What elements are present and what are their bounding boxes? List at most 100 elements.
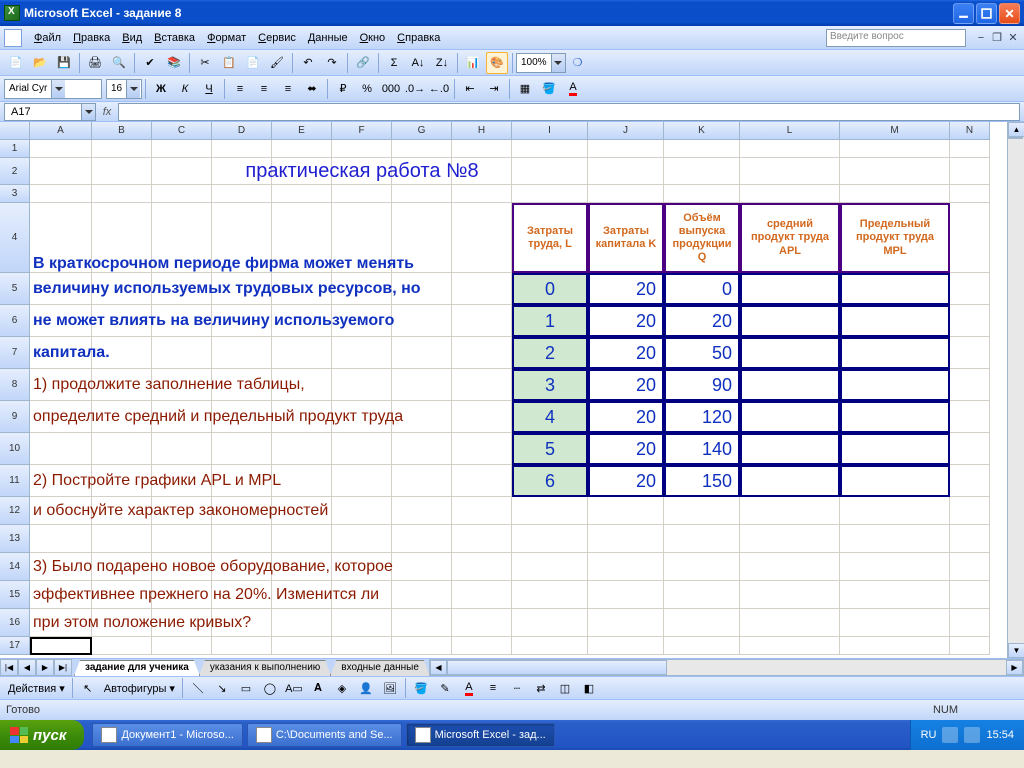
cell-L[interactable]: 2 [512,337,588,369]
cell-L[interactable]: 4 [512,401,588,433]
row-header-13[interactable]: 13 [0,525,30,553]
font-color-icon[interactable]: A [562,78,584,100]
cell-L[interactable]: 5 [512,433,588,465]
row-header-1[interactable]: 1 [0,140,30,158]
worksheet-grid[interactable]: ABCDEFGHIJKLMN 1234567891011121314151617… [0,122,1024,658]
col-header-N[interactable]: N [950,122,990,140]
ask-question-box[interactable]: Введите вопрос [826,29,966,47]
font-color-draw-icon[interactable]: A [458,677,480,699]
doc-restore-button[interactable]: ❐ [990,31,1004,45]
vertical-scrollbar[interactable]: ▲ ▼ [1007,122,1024,658]
tab-nav-prev-icon[interactable]: ◀ [18,659,36,676]
text-r16[interactable]: при этом положение кривых? [30,609,512,637]
doc-close-button[interactable]: ✕ [1006,31,1020,45]
scroll-up-icon[interactable]: ▲ [1008,122,1024,137]
cell-MPL[interactable] [840,369,950,401]
comma-icon[interactable]: 000 [380,78,402,100]
arrow-icon[interactable]: ↘ [211,677,233,699]
table-header[interactable]: Затраты труда, L [512,203,588,273]
print-preview-icon[interactable]: 🔍 [108,52,130,74]
control-menu-icon[interactable] [4,29,22,47]
tab-nav-last-icon[interactable]: ▶| [54,659,72,676]
text-r4[interactable]: В краткосрочном периоде фирма может меня… [30,203,512,273]
cell-APL[interactable] [740,273,840,305]
align-center-icon[interactable]: ≡ [253,78,275,100]
cell-MPL[interactable] [840,465,950,497]
col-header-I[interactable]: I [512,122,588,140]
row-header-8[interactable]: 8 [0,369,30,401]
row-header-7[interactable]: 7 [0,337,30,369]
format-painter-icon[interactable]: 🖌 [266,52,288,74]
tray-icon[interactable] [964,727,980,743]
decrease-decimal-icon[interactable]: ←.0 [428,78,450,100]
menu-Справка[interactable]: Справка [391,29,446,47]
zoom-combo[interactable]: 100% [516,53,566,73]
name-box[interactable]: A17 [4,103,96,121]
taskbar-item[interactable]: Документ1 - Microso... [92,723,242,747]
line-style-icon[interactable]: ≡ [482,677,504,699]
table-header[interactable]: Затраты капитала K [588,203,664,273]
col-header-G[interactable]: G [392,122,452,140]
hyperlink-icon[interactable]: 🔗 [352,52,374,74]
col-header-J[interactable]: J [588,122,664,140]
hscroll-thumb[interactable] [447,660,667,675]
tray-icon[interactable] [942,727,958,743]
line-color-icon[interactable]: ✎ [434,677,456,699]
cell-APL[interactable] [740,401,840,433]
fx-icon[interactable]: fx [96,106,118,118]
start-button[interactable]: пуск [0,720,84,750]
autosum-icon[interactable]: Σ [383,52,405,74]
scroll-right-icon[interactable]: ▶ [1006,660,1023,675]
cell-L[interactable]: 1 [512,305,588,337]
shadow-icon[interactable]: ◫ [554,677,576,699]
tray-lang[interactable]: RU [921,729,937,741]
taskbar-item[interactable]: Microsoft Excel - зад... [406,723,555,747]
col-header-H[interactable]: H [452,122,512,140]
text-r12[interactable]: и обоснуйте характер закономерностей [30,497,512,525]
cell-L[interactable]: 6 [512,465,588,497]
increase-decimal-icon[interactable]: .0→ [404,78,426,100]
taskbar-item[interactable]: C:\Documents and Se... [247,723,402,747]
row-header-14[interactable]: 14 [0,553,30,581]
doc-minimize-button[interactable]: − [974,31,988,45]
bold-icon[interactable]: Ж [150,78,172,100]
cell-Q[interactable]: 90 [664,369,740,401]
decrease-indent-icon[interactable]: ⇤ [459,78,481,100]
new-icon[interactable]: 📄 [5,52,27,74]
paste-icon[interactable]: 📄 [242,52,264,74]
worksheet-title[interactable]: практическая работа №8 [212,158,512,185]
sort-desc-icon[interactable]: Z↓ [431,52,453,74]
cell-APL[interactable] [740,433,840,465]
menu-Данные[interactable]: Данные [302,29,354,47]
fill-color-icon[interactable]: 🪣 [538,78,560,100]
tab-nav-first-icon[interactable]: |◀ [0,659,18,676]
cell-K[interactable]: 20 [588,273,664,305]
close-button[interactable] [999,3,1020,24]
print-icon[interactable]: 🖨 [84,52,106,74]
select-all-corner[interactable] [0,122,30,140]
open-icon[interactable]: 📂 [29,52,51,74]
row-header-17[interactable]: 17 [0,637,30,655]
help-icon[interactable]: ❍ [567,52,589,74]
row-header-16[interactable]: 16 [0,609,30,637]
picture-icon[interactable]: 🖼 [379,677,401,699]
3d-icon[interactable]: ◧ [578,677,600,699]
autoshapes-menu[interactable]: Автофигуры ▾ [100,682,179,695]
redo-icon[interactable]: ↷ [321,52,343,74]
row-header-4[interactable]: 4 [0,203,30,273]
cell-Q[interactable]: 140 [664,433,740,465]
cell-APL[interactable] [740,369,840,401]
col-header-D[interactable]: D [212,122,272,140]
cell-Q[interactable]: 0 [664,273,740,305]
borders-icon[interactable]: ▦ [514,78,536,100]
table-header[interactable]: средний продукт труда APL [740,203,840,273]
save-icon[interactable]: 💾 [53,52,75,74]
currency-icon[interactable]: ₽ [332,78,354,100]
scroll-left-icon[interactable]: ◀ [430,660,447,675]
cell-Q[interactable]: 50 [664,337,740,369]
cell-Q[interactable]: 150 [664,465,740,497]
cell-MPL[interactable] [840,433,950,465]
table-header[interactable]: Объём выпуска продукции Q [664,203,740,273]
menu-Файл[interactable]: Файл [28,29,67,47]
cell-MPL[interactable] [840,337,950,369]
